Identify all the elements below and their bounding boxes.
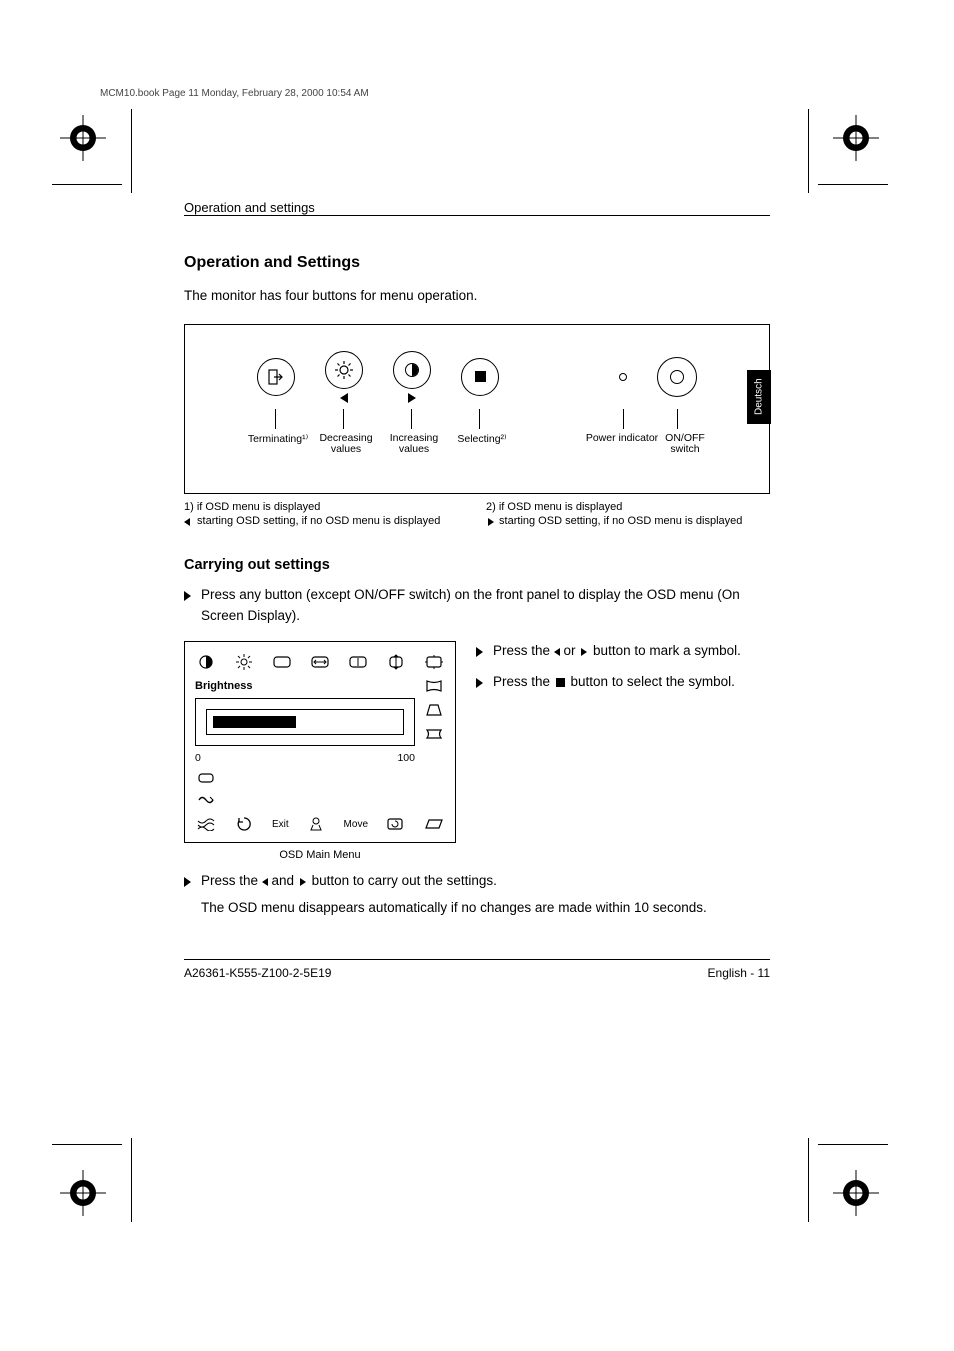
osd-bar-fill: [213, 716, 296, 728]
select-square-icon: [556, 678, 565, 687]
osd-exit-label: Exit: [272, 819, 289, 830]
rotation-icon: [384, 816, 406, 832]
vpos-icon: [385, 654, 407, 670]
footer-left: A26361-K555-Z100-2-5E19: [184, 966, 331, 980]
power-ring-icon: [670, 370, 684, 384]
footnote-1a: 1) if OSD menu is displayed: [184, 501, 320, 513]
section-title: Operation and Settings: [184, 254, 770, 272]
step-3-text: Press the button to select the symbol.: [493, 672, 735, 693]
osd-menu-figure: Brightness 0 100: [184, 641, 456, 843]
parallelogram-icon: [423, 816, 445, 832]
running-head: MCM10.book Page 11 Monday, February 28, …: [100, 88, 369, 99]
power-switch: [657, 357, 697, 397]
trapezoid-icon: [423, 702, 445, 718]
footnote-1b: starting OSD setting, if no OSD menu is …: [194, 515, 440, 527]
select-button: [461, 358, 499, 396]
pinbalance-icon: [423, 726, 445, 742]
footnote-2b: starting OSD setting, if no OSD menu is …: [496, 515, 742, 527]
contrast-button: [393, 351, 431, 389]
step-4-text: Press the and button to carry out the se…: [201, 871, 707, 919]
label-exit: Terminating¹⁾: [239, 433, 317, 445]
control-panel-figure: Terminating¹⁾ Decreasing values Increasi…: [184, 324, 770, 494]
hpos-icon: [309, 654, 331, 670]
colortemp-icon: [305, 816, 327, 832]
footer-right: English - 11: [708, 966, 770, 980]
triangle-left-icon: [184, 518, 190, 526]
moire-icon: [195, 816, 217, 832]
label-decrease: Decreasing values: [307, 433, 385, 456]
label-increase: Increasing values: [375, 433, 453, 456]
select-icon: [475, 371, 486, 382]
recall-icon: [233, 816, 255, 832]
power-led-icon: [619, 373, 627, 381]
rect-icon: [195, 770, 217, 786]
osd-bar-min: 0: [195, 752, 201, 764]
pincushion-icon: [423, 678, 445, 694]
contrast-icon: [405, 363, 419, 377]
contrast-icon: [195, 654, 217, 670]
step-arrow-icon: [184, 591, 191, 601]
vsize-icon: [347, 654, 369, 670]
degauss-icon: [195, 792, 217, 808]
step-arrow-icon: [476, 678, 483, 688]
decrease-arrow-icon: [340, 393, 348, 403]
hsize-icon: [271, 654, 293, 670]
header-left: Operation and settings: [184, 200, 315, 215]
increase-arrow-icon: [408, 393, 416, 403]
step-arrow-icon: [184, 877, 191, 887]
brightness-button: [325, 351, 363, 389]
step-1-text: Press any button (except ON/OFF switch) …: [201, 585, 770, 627]
triangle-right-icon: [488, 518, 494, 526]
step-arrow-icon: [476, 647, 483, 657]
header-rule: [184, 215, 770, 216]
step-2-text: Press the or button to mark a symbol.: [493, 641, 741, 662]
exit-button: [257, 358, 295, 396]
zoom-icon: [423, 654, 445, 670]
osd-title: Brightness: [195, 680, 415, 692]
intro-text: The monitor has four buttons for menu op…: [184, 286, 770, 306]
triangle-right-icon: [581, 648, 587, 656]
label-switch: ON/OFF switch: [651, 433, 719, 456]
footnote-2a: 2) if OSD menu is displayed: [486, 501, 622, 513]
triangle-right-icon: [300, 878, 306, 886]
osd-bar-max: 100: [397, 752, 415, 764]
osd-bar-window: [195, 698, 415, 746]
footer-rule: [184, 959, 770, 960]
subsection-title: Carrying out settings: [184, 557, 770, 573]
label-select: Selecting²⁾: [443, 433, 521, 445]
osd-caption: OSD Main Menu: [184, 849, 456, 861]
brightness-icon: [233, 654, 255, 670]
osd-move-label: Move: [344, 819, 368, 830]
